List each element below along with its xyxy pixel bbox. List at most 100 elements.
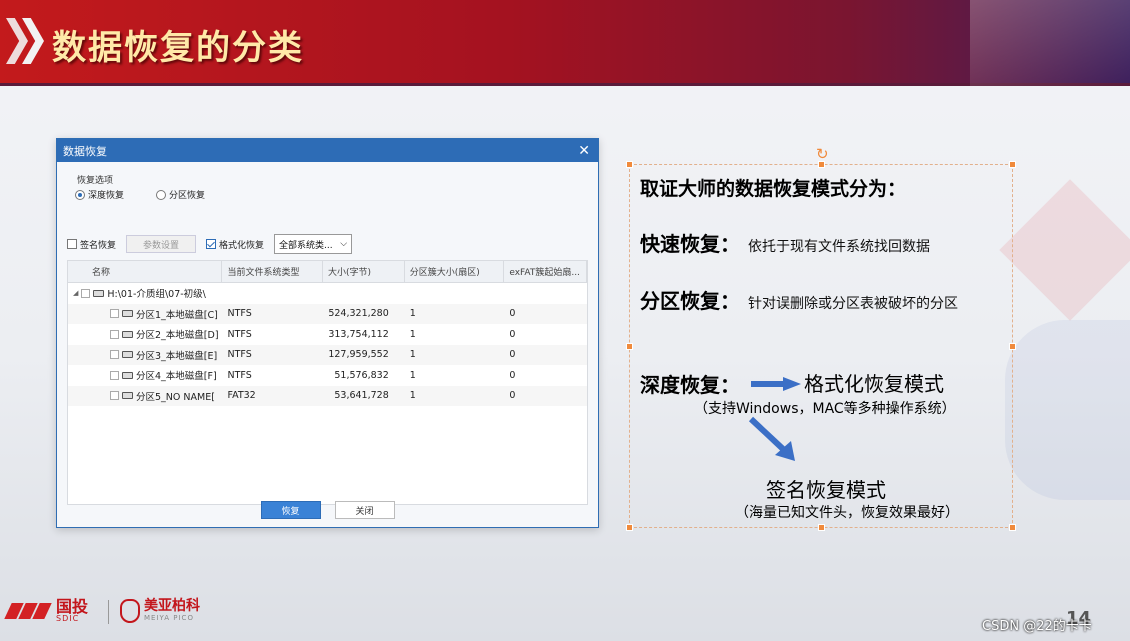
param-settings-button[interactable]: 参数设置 [126,235,197,253]
partition-recovery-key: 分区恢复： [640,289,740,313]
radio-row: 深度恢复 分区恢复 [75,188,205,201]
table-row[interactable]: 分区5_NO NAME[ FAT32 53,641,728 1 0 [68,385,587,406]
arrow-down-right-icon [748,416,795,461]
radio-label: 分区恢复 [169,191,206,201]
size-cell: 51,576,832 [334,369,389,381]
logo-subtext: MEIYA PICO [144,613,194,622]
partition-name: 分区5_NO NAME[ [136,391,215,403]
resize-handle[interactable] [818,524,825,531]
logo-text: 国投 [56,597,89,616]
fs-cell: NTFS [227,369,252,381]
cluster-cell: 1 [409,369,416,381]
signature-recovery-note: （海量已知文件头，恢复效果最好） [735,505,959,521]
disk-icon [93,289,105,297]
radio-unselected-icon[interactable] [156,189,167,200]
checkbox-label: 签名恢复 [80,240,117,251]
column-header[interactable]: 名称 [68,261,223,282]
fs-type-select[interactable]: 全部系统类... ⌵ [274,234,353,254]
checkbox-unchecked-icon[interactable] [67,239,77,249]
drive-icon [122,310,133,318]
recover-button[interactable]: 恢复 [260,501,321,519]
sdic-logo: 国投 SDIC [4,597,89,623]
table-body: ◢ H:\01-介质组\07-初级\ 分区1_本地磁盘[C] NTFS 524,… [68,283,587,406]
column-header[interactable]: 大小(字节) [323,261,405,282]
select-value: 全部系统类... [279,240,333,251]
partition-name: 分区3_本地磁盘[E] [136,350,218,362]
resize-handle[interactable] [626,161,633,168]
banner-shine [970,0,1130,86]
slide-header-banner: 数据恢复的分类 [0,0,1130,86]
checkbox-unchecked-icon[interactable] [81,288,91,298]
deep-recovery-line: 深度恢复： [640,369,740,398]
recovery-options-group: 恢复选项 深度恢复 分区恢复 [67,170,590,228]
table-row[interactable]: 分区4_本地磁盘[F] NTFS 51,576,832 1 0 [68,365,587,386]
checkbox-unchecked-icon[interactable] [110,309,119,319]
root-path: H:\01-介质组\07-初级\ [107,289,206,301]
expand-caret-icon[interactable]: ◢ [73,289,78,297]
partition-recovery-desc: 针对误删除或分区表被破坏的分区 [748,296,958,312]
dialog-title: 数据恢复 [63,144,107,158]
table-row[interactable]: 分区3_本地磁盘[E] NTFS 127,959,552 1 0 [68,344,587,365]
chevron-down-icon: ⌵ [340,239,348,249]
checkbox-unchecked-icon[interactable] [110,329,119,339]
column-header[interactable]: 当前文件系统类型 [222,261,324,282]
format-recovery-note: （支持Windows，MAC等多种操作系统） [694,401,956,417]
table-header: 名称 当前文件系统类型 大小(字节) 分区簇大小(扇区) exFAT簇起始扇..… [68,261,587,283]
column-header[interactable]: 分区簇大小(扇区) [405,261,505,282]
table-row[interactable]: 分区2_本地磁盘[D] NTFS 313,754,112 1 0 [68,324,587,345]
deep-recovery-key: 深度恢复： [640,373,740,397]
format-recovery-mode: 格式化恢复模式 [804,372,944,396]
logo-text: 美亚柏科 [144,598,200,615]
checkbox-unchecked-icon[interactable] [110,370,119,380]
radio-selected-icon[interactable] [75,189,85,200]
table-row[interactable]: 分区1_本地磁盘[C] NTFS 524,321,280 1 0 [68,303,587,324]
group-label: 恢复选项 [77,176,114,186]
decorative-shape [1005,320,1130,500]
tree-cell: ◢ H:\01-介质组\07-初级\ [68,286,268,300]
signature-recovery-mode: 签名恢复模式 [766,478,886,502]
checkbox-unchecked-icon[interactable] [110,350,119,360]
signature-recovery-checkbox[interactable]: 签名恢复 [67,238,116,251]
close-icon[interactable]: ✕ [578,143,590,159]
exfat-cell: 0 [509,369,516,381]
drive-icon [122,330,133,338]
fs-cell: NTFS [227,349,252,361]
quick-recovery-desc: 依托于现有文件系统找回数据 [748,239,930,255]
cluster-cell: 1 [409,349,416,361]
data-recovery-dialog: 数据恢复 ✕ 恢复选项 深度恢复 分区恢复 签名恢复 参数设置 格式化恢复 全部… [56,138,599,528]
dialog-titlebar: 数据恢复 ✕ [57,139,598,162]
cluster-cell: 1 [409,390,416,402]
size-cell: 53,641,728 [334,390,389,402]
resize-handle[interactable] [1009,161,1016,168]
format-recovery-checkbox[interactable]: 格式化恢复 [206,238,264,251]
table-row-root[interactable]: ◢ H:\01-介质组\07-初级\ [68,283,587,304]
tree-cell: 分区2_本地磁盘[D] [68,327,222,341]
partition-name: 分区1_本地磁盘[C] [136,309,218,321]
partition-recovery-line: 分区恢复： 针对误删除或分区表被破坏的分区 [640,285,958,314]
checkbox-checked-icon[interactable] [206,239,217,249]
resize-handle[interactable] [1009,343,1016,350]
quick-recovery-key: 快速恢复： [640,232,740,256]
radio-deep-recovery[interactable]: 深度恢复 [75,188,124,201]
options-row: 签名恢复 参数设置 格式化恢复 全部系统类... ⌵ [67,234,353,254]
radio-partition-recovery[interactable]: 分区恢复 [156,188,205,201]
dialog-body: 恢复选项 深度恢复 分区恢复 签名恢复 参数设置 格式化恢复 全部系统类... … [57,162,598,527]
resize-handle[interactable] [626,343,633,350]
checkbox-unchecked-icon[interactable] [110,391,119,401]
slide-title: 数据恢复的分类 [52,28,304,68]
meiya-mark-icon [120,599,140,623]
resize-handle[interactable] [626,524,633,531]
tree-cell: 分区4_本地磁盘[F] [68,368,222,382]
exfat-cell: 0 [509,308,516,320]
size-cell: 313,754,112 [328,328,389,340]
fs-cell: NTFS [227,328,252,340]
resize-handle[interactable] [1009,524,1016,531]
cluster-cell: 1 [409,328,416,340]
column-header[interactable]: exFAT簇起始扇... [504,261,587,282]
resize-handle[interactable] [818,161,825,168]
checkbox-label: 格式化恢复 [219,240,265,251]
dialog-footer: 恢复 关闭 [57,501,598,519]
close-button[interactable]: 关闭 [334,501,395,519]
size-cell: 127,959,552 [328,349,389,361]
drive-icon [122,351,133,359]
